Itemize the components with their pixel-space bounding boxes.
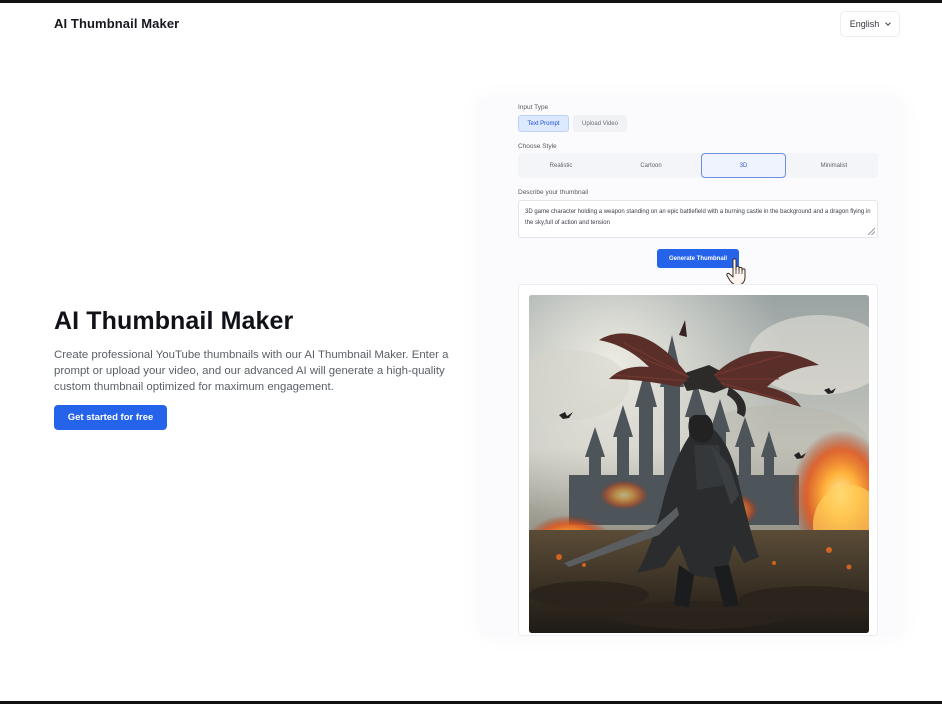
get-started-button[interactable]: Get started for free: [54, 405, 167, 430]
hero-title: AI Thumbnail Maker: [54, 307, 294, 335]
dragon-castle-artwork: [529, 295, 869, 633]
describe-label: Describe your thumbnail: [518, 189, 589, 196]
tab-upload-video[interactable]: Upload Video: [573, 115, 627, 132]
brand-logo-text[interactable]: AI Thumbnail Maker: [54, 16, 179, 31]
generated-thumbnail-image[interactable]: [529, 295, 869, 633]
input-type-label: Input Type: [518, 104, 549, 111]
choose-style-label: Choose Style: [518, 143, 557, 150]
style-option-cartoon[interactable]: Cartoon: [608, 153, 694, 178]
hand-pointer-cursor-icon: [726, 258, 746, 286]
prompt-text: 3D game character holding a weapon stand…: [525, 209, 871, 226]
resize-handle-icon[interactable]: [868, 228, 875, 235]
style-option-minimalist[interactable]: Minimalist: [791, 153, 877, 178]
hero-description: Create professional YouTube thumbnails w…: [54, 349, 449, 393]
generated-thumbnail-panel: [518, 284, 878, 636]
site-header: AI Thumbnail Maker English: [0, 3, 942, 47]
thumbnail-prompt-textarea[interactable]: 3D game character holding a weapon stand…: [518, 200, 878, 238]
language-selector-label: English: [849, 19, 880, 29]
style-option-realistic[interactable]: Realistic: [518, 153, 604, 178]
style-option-3d[interactable]: 3D: [701, 153, 786, 178]
thumbnail-generator-card: Input Type Text Prompt Upload Video Choo…: [478, 97, 904, 637]
tab-text-prompt[interactable]: Text Prompt: [518, 115, 569, 132]
style-selector: Realistic Cartoon 3D Minimalist: [518, 153, 878, 178]
chevron-down-icon: [885, 19, 892, 26]
browser-viewport: AI Thumbnail Maker English AI Thumbnail …: [0, 3, 942, 701]
language-selector[interactable]: English: [840, 11, 900, 37]
